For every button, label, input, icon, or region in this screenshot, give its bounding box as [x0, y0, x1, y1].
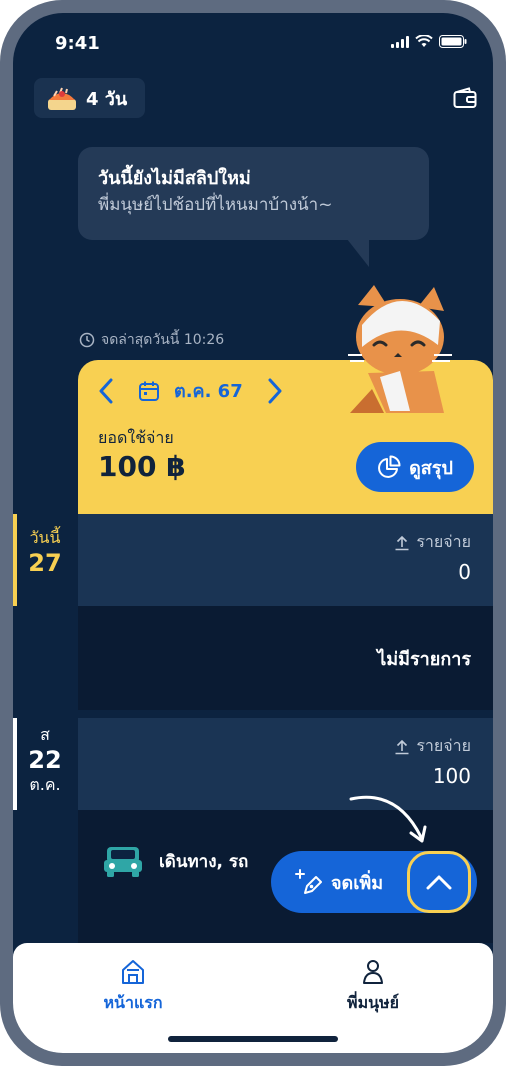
cat-mascot-icon — [348, 285, 452, 413]
upload-arrow-icon — [395, 535, 409, 550]
day-summary-header: รายจ่าย 0 — [78, 514, 493, 606]
chevron-up-icon — [426, 875, 452, 890]
day-summary-header: รายจ่าย 100 — [78, 718, 493, 810]
day-label: ส — [40, 725, 50, 744]
status-time: 9:41 — [55, 33, 100, 54]
bubble-tail — [347, 239, 369, 267]
car-icon — [104, 847, 142, 877]
upload-arrow-icon — [395, 739, 409, 754]
expense-amount: 0 — [458, 560, 471, 584]
day-label: วันนี้ — [29, 528, 61, 547]
no-items-text: ไม่มีรายการ — [377, 649, 471, 670]
add-entry-button[interactable]: จดเพิ่ม — [295, 868, 383, 897]
pie-chart-icon — [378, 455, 401, 478]
add-entry-label: จดเพิ่ม — [331, 873, 384, 894]
last-updated: จดล่าสุดวันนี้ 10:26 — [79, 329, 224, 351]
app-screen: 9:41 4 วัน วันนี้ยังไม่มีสลิปใหม่ พี่มนุ… — [13, 13, 493, 1053]
month-label[interactable]: ต.ค. 67 — [174, 376, 243, 405]
prev-month-chevron-icon[interactable] — [98, 378, 114, 404]
home-icon — [122, 960, 144, 984]
tab-profile-label: พี่มนุษย์ — [347, 993, 399, 1012]
month-short: ต.ค. — [29, 775, 61, 794]
battery-icon — [439, 35, 467, 48]
summary-button-label: ดูสรุป — [409, 457, 453, 478]
transaction-label: เดินทาง, รถ — [159, 851, 249, 872]
day-number: 27 — [28, 549, 62, 577]
pen-plus-icon — [295, 868, 322, 894]
sushi-icon — [48, 87, 76, 110]
bubble-title: วันนี้ยังไม่มีสลิปใหม่ — [98, 168, 251, 189]
calendar-icon — [139, 381, 159, 401]
expense-label-text: รายจ่าย — [416, 532, 471, 551]
hint-arrow-icon — [349, 795, 427, 843]
expense-label: รายจ่าย — [394, 530, 471, 555]
fab-group: จดเพิ่ม — [271, 851, 477, 913]
streak-days: 4 วัน — [86, 88, 128, 110]
summary-button[interactable]: ดูสรุป — [356, 442, 474, 492]
day-body: ไม่มีรายการ — [78, 606, 493, 710]
status-icons — [391, 35, 467, 48]
date-today: วันนี้ 27 — [13, 528, 77, 578]
expense-label-text: รายจ่าย — [416, 736, 471, 755]
day-number: 22 — [28, 746, 62, 774]
expand-button[interactable] — [407, 851, 471, 913]
streak-badge[interactable]: 4 วัน — [34, 78, 145, 118]
bubble-subtitle: พี่มนุษย์ไปช้อปที่ไหนมาบ้างน้า~ — [98, 195, 333, 215]
expense-label: รายจ่าย — [394, 734, 471, 759]
next-month-chevron-icon[interactable] — [267, 378, 283, 404]
expense-amount: 100 — [432, 764, 471, 788]
speech-bubble: วันนี้ยังไม่มีสลิปใหม่ พี่มนุษย์ไปช้อปที… — [78, 147, 429, 240]
wallet-icon[interactable] — [453, 87, 477, 109]
wifi-icon — [415, 35, 433, 47]
date-22: ส 22 ต.ค. — [13, 725, 77, 795]
tab-home-label: หน้าแรก — [103, 993, 163, 1012]
tab-home[interactable]: หน้าแรก — [73, 953, 193, 1016]
person-icon — [363, 960, 383, 984]
signal-icon — [391, 36, 409, 48]
tab-profile[interactable]: พี่มนุษย์ — [313, 953, 433, 1016]
phone-frame: 9:41 4 วัน วันนี้ยังไม่มีสลิปใหม่ พี่มนุ… — [0, 0, 506, 1066]
clock-icon — [79, 332, 95, 348]
home-indicator — [168, 1036, 338, 1042]
transaction-row[interactable]: เดินทาง, รถ — [103, 844, 248, 878]
status-bar: 9:41 — [13, 13, 493, 73]
spend-total: 100 ฿ — [98, 450, 186, 483]
spend-label: ยอดใช้จ่าย — [98, 428, 174, 447]
last-updated-text: จดล่าสุดวันนี้ 10:26 — [101, 332, 225, 348]
month-nav: ต.ค. 67 — [98, 376, 283, 405]
